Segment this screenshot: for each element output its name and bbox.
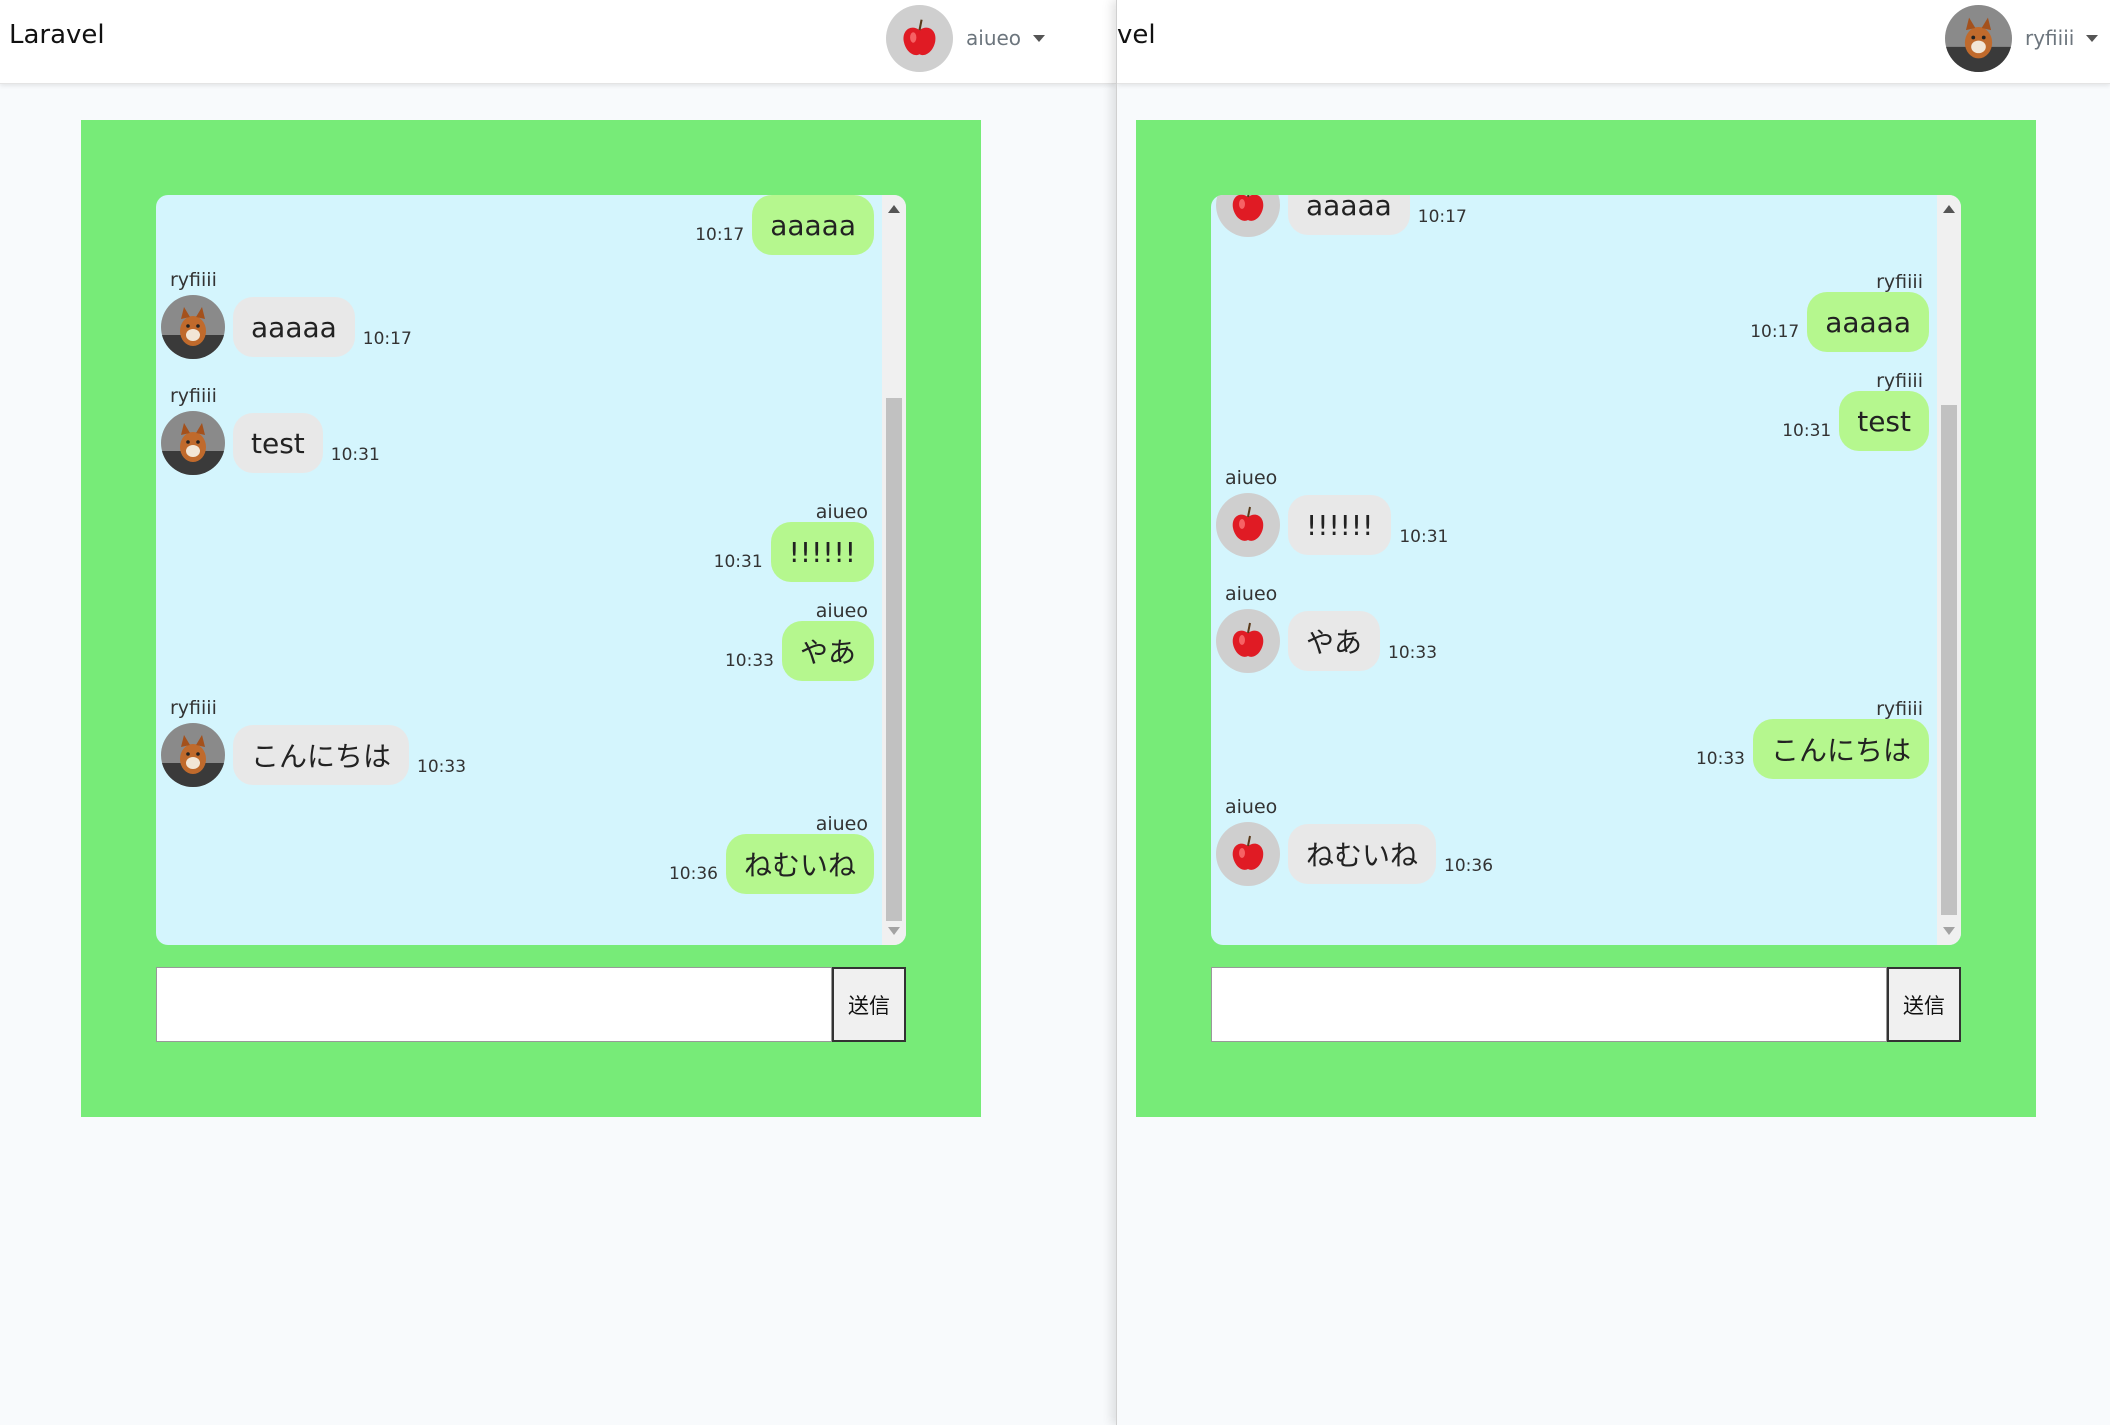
navbar-username: aiueo	[966, 26, 1022, 50]
message-bubble: ねむいね	[1288, 824, 1437, 884]
user-dropdown-toggle[interactable]: ryfiiii	[1945, 4, 2099, 72]
message-bubble: test	[1839, 391, 1929, 451]
chat-messages-area[interactable]: aaaaa 10:17 ryfiiii 10:17 aaaaa ryfiiii …	[1211, 195, 1961, 945]
chat-messages-area[interactable]: 10:17 aaaaa ryfiiii aaaaa 10:17 ryfiiii …	[156, 195, 906, 945]
scroll-up-arrow-icon[interactable]	[888, 205, 900, 213]
message-time: 10:33	[1695, 749, 1745, 769]
scrollbar-thumb[interactable]	[886, 398, 902, 921]
message-input[interactable]	[156, 967, 832, 1042]
message-list: aaaaa 10:17 ryfiiii 10:17 aaaaa ryfiiii …	[1211, 195, 1937, 945]
message-sender: aiueo	[815, 813, 868, 835]
cat-avatar-icon	[161, 723, 225, 787]
chat-container: 10:17 aaaaa ryfiiii aaaaa 10:17 ryfiiii …	[81, 120, 981, 1117]
message-bubble: aaaaa	[1288, 195, 1410, 235]
message-time: 10:36	[1444, 856, 1494, 876]
navbar-brand[interactable]: vel	[1117, 20, 1156, 50]
message-time: 10:31	[1399, 527, 1449, 547]
left-browser-window: Laravel aiueo 10:17 aaaaa ryfiiii aaaaa …	[0, 0, 1116, 1425]
message-sender: ryfiiii	[170, 697, 217, 719]
message-bubble: !!!!!!	[770, 522, 874, 582]
scrollbar-thumb[interactable]	[1941, 405, 1957, 915]
message-bubble: aaaaa	[233, 297, 355, 357]
message-time: 10:31	[1782, 421, 1832, 441]
message-sender: ryfiiii	[170, 385, 217, 407]
navbar-username: ryfiiii	[2025, 26, 2075, 50]
message-bubble: test	[233, 413, 323, 473]
message-bubble: !!!!!!	[1288, 495, 1392, 555]
message-time: 10:17	[1417, 207, 1467, 227]
scroll-down-arrow-icon[interactable]	[888, 927, 900, 935]
message-sender: aiueo	[1225, 583, 1278, 605]
message-time: 10:33	[417, 757, 467, 777]
message-form: 送信	[1211, 967, 1961, 1042]
message-sender: aiueo	[815, 501, 868, 523]
caret-down-icon	[2086, 34, 2099, 42]
scroll-down-arrow-icon[interactable]	[1943, 927, 1955, 935]
send-button[interactable]: 送信	[832, 967, 906, 1042]
right-browser-window: vel ryfiiii aaaaa 10:17 ryfiiii 10:17 aa…	[1116, 0, 2110, 1425]
message-sender: ryfiiii	[1876, 370, 1923, 392]
message-bubble: やあ	[1288, 611, 1381, 671]
chat-scrollbar[interactable]	[882, 195, 906, 945]
message-sender: ryfiiii	[1876, 698, 1923, 720]
chat-container: aaaaa 10:17 ryfiiii 10:17 aaaaa ryfiiii …	[1136, 120, 2036, 1117]
user-dropdown-toggle[interactable]: aiueo	[886, 4, 1046, 72]
apple-avatar-icon	[1216, 822, 1280, 886]
scroll-up-arrow-icon[interactable]	[1943, 205, 1955, 213]
message-sender: aiueo	[1225, 796, 1278, 818]
message-bubble: aaaaa	[752, 195, 874, 255]
message-sender: aiueo	[815, 600, 868, 622]
caret-down-icon	[1033, 34, 1046, 42]
apple-avatar-icon	[1216, 609, 1280, 673]
message-time: 10:17	[695, 225, 745, 245]
navbar-brand[interactable]: Laravel	[9, 20, 105, 50]
message-time: 10:33	[1388, 643, 1438, 663]
message-time: 10:17	[1750, 322, 1800, 342]
message-bubble: ねむいね	[725, 834, 874, 894]
send-button[interactable]: 送信	[1887, 967, 1961, 1042]
message-sender: aiueo	[1225, 467, 1278, 489]
message-sender: ryfiiii	[1876, 271, 1923, 293]
message-list: 10:17 aaaaa ryfiiii aaaaa 10:17 ryfiiii …	[156, 195, 882, 945]
cat-avatar-icon	[161, 295, 225, 359]
message-time: 10:17	[362, 329, 412, 349]
message-input[interactable]	[1211, 967, 1887, 1042]
message-bubble: こんにちは	[233, 725, 410, 785]
navbar: vel ryfiiii	[1117, 0, 2110, 84]
chat-scrollbar[interactable]	[1937, 195, 1961, 945]
message-time: 10:31	[330, 445, 380, 465]
apple-avatar-icon	[1216, 493, 1280, 557]
message-bubble: やあ	[781, 621, 874, 681]
cat-avatar-icon	[161, 411, 225, 475]
message-bubble: aaaaa	[1807, 292, 1929, 352]
message-time: 10:36	[668, 864, 718, 884]
message-form: 送信	[156, 967, 906, 1042]
message-sender: ryfiiii	[170, 269, 217, 291]
message-bubble: こんにちは	[1752, 719, 1929, 779]
apple-avatar-icon	[886, 4, 953, 72]
cat-avatar-icon	[1945, 4, 2012, 72]
message-time: 10:33	[724, 651, 774, 671]
message-time: 10:31	[713, 552, 763, 572]
navbar: Laravel aiueo	[0, 0, 1116, 84]
apple-avatar-icon	[1216, 195, 1280, 237]
